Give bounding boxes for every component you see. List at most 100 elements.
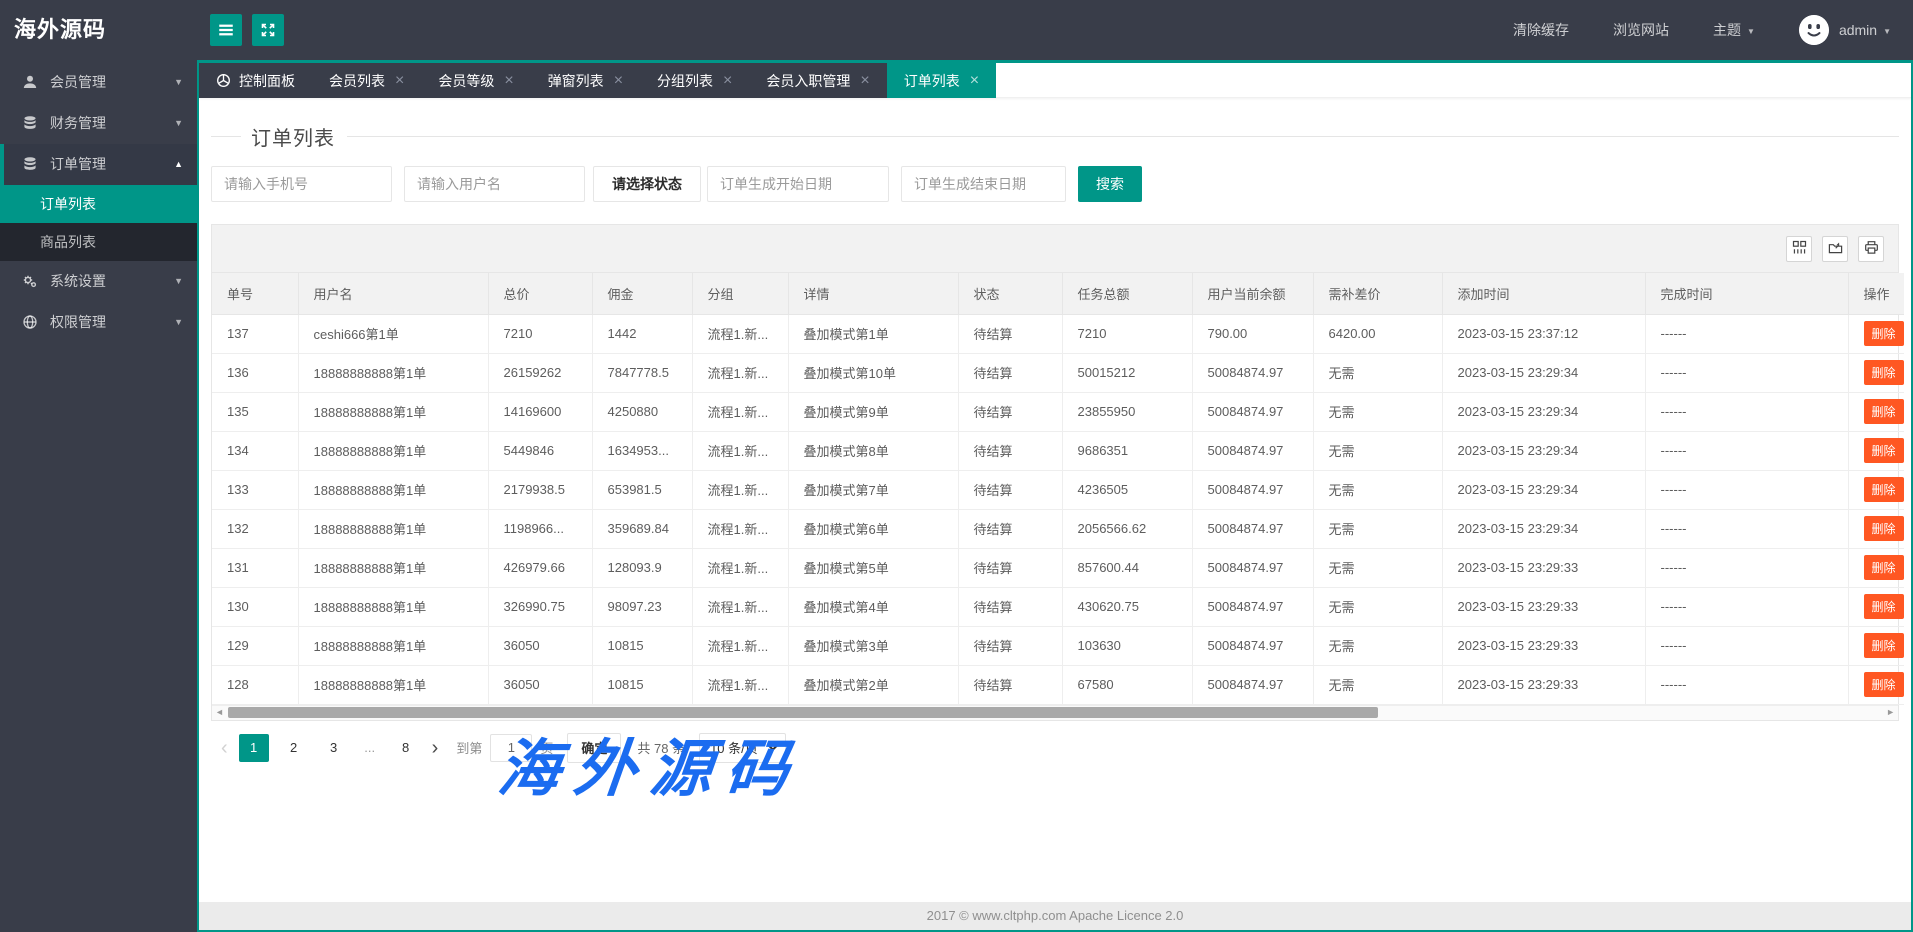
cell-detail: 叠加模式第3单 xyxy=(788,626,958,665)
pagination: ‹ 123...8 › 到第 页 确定 共 78 条 10 条/页 xyxy=(211,733,1899,763)
sidebar-item-system-settings[interactable]: 系统设置▼ xyxy=(0,261,197,302)
user-menu[interactable]: admin xyxy=(1799,15,1891,45)
cell-total-price: 326990.75 xyxy=(488,587,592,626)
close-icon[interactable] xyxy=(723,73,732,89)
chevron-up-icon: ▲ xyxy=(174,144,183,185)
horizontal-scrollbar[interactable] xyxy=(212,705,1898,720)
sidebar-item-order-management[interactable]: 订单管理▲ xyxy=(0,144,197,185)
print-button[interactable] xyxy=(1858,236,1884,262)
delete-button[interactable]: 删除 xyxy=(1864,672,1904,697)
tab-popup-list[interactable]: 弹窗列表 xyxy=(531,63,640,98)
close-icon[interactable] xyxy=(504,73,513,89)
status-select[interactable]: 请选择状态 xyxy=(593,166,701,202)
app-root: 海外源码 清除缓存 浏览网站 主题 admin xyxy=(0,0,1913,932)
export-button[interactable] xyxy=(1822,236,1848,262)
sidebar-toggle-button[interactable] xyxy=(210,14,242,46)
start-date-input[interactable] xyxy=(707,166,889,202)
page-unit-label: 页 xyxy=(540,738,553,757)
delete-button[interactable]: 删除 xyxy=(1864,555,1904,580)
sidebar-subitem-product-list[interactable]: 商品列表 xyxy=(0,223,197,261)
sidebar-item-finance-management[interactable]: 财务管理▼ xyxy=(0,103,197,144)
sidebar-subitem-order-list[interactable]: 订单列表 xyxy=(0,185,197,223)
tab-order-list[interactable]: 订单列表 xyxy=(887,63,996,98)
cell-status: 待结算 xyxy=(958,353,1062,392)
delete-button[interactable]: 删除 xyxy=(1864,360,1904,385)
cell-finished-at: ------ xyxy=(1645,665,1848,704)
cell-id: 135 xyxy=(212,392,298,431)
export-icon xyxy=(1828,240,1843,258)
orders-table: 单号用户名总价佣金分组详情状态任务总额用户当前余额需补差价添加时间完成时间操作 … xyxy=(212,273,1904,705)
tab-bar: 控制面板会员列表会员等级弹窗列表分组列表 会员入职管理订单列表 xyxy=(199,63,1911,98)
delete-button[interactable]: 删除 xyxy=(1864,438,1904,463)
cell-commission: 10815 xyxy=(592,665,692,704)
end-date-input[interactable] xyxy=(901,166,1066,202)
search-button[interactable]: 搜索 xyxy=(1078,166,1142,202)
scrollbar-thumb[interactable] xyxy=(228,707,1378,718)
tab-label: 分组列表 xyxy=(657,71,713,91)
close-icon[interactable] xyxy=(860,73,869,89)
cell-price-diff: 无需 xyxy=(1313,431,1442,470)
table-row: 137ceshi666第1单72101442流程1.新...叠加模式第1单待结算… xyxy=(212,314,1904,353)
close-icon[interactable] xyxy=(970,73,979,89)
close-icon[interactable] xyxy=(614,73,623,89)
clear-cache-link[interactable]: 清除缓存 xyxy=(1513,20,1569,40)
tab-member-list[interactable]: 会员列表 xyxy=(312,63,421,98)
pagination-page-1[interactable]: 1 xyxy=(239,734,269,762)
tab-member-entry[interactable]: 会员入职管理 xyxy=(749,63,886,98)
browse-site-link[interactable]: 浏览网站 xyxy=(1613,20,1669,40)
sidebar-item-member-management[interactable]: 会员管理▼ xyxy=(0,62,197,103)
filter-columns-button[interactable] xyxy=(1786,236,1812,262)
pagination-page-2[interactable]: 2 xyxy=(279,734,309,762)
total-count: 共 78 条 xyxy=(637,738,685,757)
header-cell: 详情 xyxy=(788,273,958,314)
pagination-page-8[interactable]: 8 xyxy=(391,734,421,762)
scroll-right-arrow-icon[interactable] xyxy=(1886,708,1895,717)
tab-member-level[interactable]: 会员等级 xyxy=(421,63,530,98)
title-line-right xyxy=(347,136,1899,137)
username-input[interactable] xyxy=(404,166,585,202)
jump-page-input[interactable] xyxy=(490,734,532,762)
tab-console[interactable]: 控制面板 xyxy=(199,63,312,98)
pagination-prev[interactable]: ‹ xyxy=(221,735,228,761)
cell-created-at: 2023-03-15 23:29:33 xyxy=(1442,548,1645,587)
cell-price-diff: 无需 xyxy=(1313,626,1442,665)
cell-commission: 128093.9 xyxy=(592,548,692,587)
cell-finished-at: ------ xyxy=(1645,548,1848,587)
cell-commission: 10815 xyxy=(592,626,692,665)
cell-total-price: 26159262 xyxy=(488,353,592,392)
cell-actions: 删除 xyxy=(1848,665,1904,704)
confirm-button[interactable]: 确定 xyxy=(567,733,621,763)
pagination-next[interactable]: › xyxy=(432,735,439,761)
cell-total-price: 36050 xyxy=(488,626,592,665)
delete-button[interactable]: 删除 xyxy=(1864,633,1904,658)
cell-price-diff: 无需 xyxy=(1313,587,1442,626)
delete-button[interactable]: 删除 xyxy=(1864,594,1904,619)
close-icon[interactable] xyxy=(395,73,404,89)
table-row: 13418888888888第1单54498461634953...流程1.新.… xyxy=(212,431,1904,470)
sidebar-item-permission-management[interactable]: 权限管理▼ xyxy=(0,302,197,343)
delete-button[interactable]: 删除 xyxy=(1864,321,1904,346)
cell-group: 流程1.新... xyxy=(692,587,788,626)
page-size-select[interactable]: 10 条/页 xyxy=(699,733,786,763)
print-icon xyxy=(1864,240,1879,258)
cell-balance: 50084874.97 xyxy=(1192,665,1313,704)
delete-button[interactable]: 删除 xyxy=(1864,516,1904,541)
cell-created-at: 2023-03-15 23:29:34 xyxy=(1442,431,1645,470)
tab-group-list[interactable]: 分组列表 xyxy=(640,63,749,98)
database-icon xyxy=(22,147,39,188)
fullscreen-button[interactable] xyxy=(252,14,284,46)
theme-dropdown[interactable]: 主题 xyxy=(1713,20,1755,40)
cell-username: 18888888888第1单 xyxy=(298,470,488,509)
pagination-ellipsis: ... xyxy=(355,734,385,762)
phone-input[interactable] xyxy=(211,166,392,202)
cell-actions: 删除 xyxy=(1848,470,1904,509)
gear-icon xyxy=(22,264,39,305)
cell-actions: 删除 xyxy=(1848,509,1904,548)
scroll-left-arrow-icon[interactable] xyxy=(215,708,224,717)
cell-balance: 50084874.97 xyxy=(1192,587,1313,626)
delete-button[interactable]: 删除 xyxy=(1864,399,1904,424)
database-icon xyxy=(22,106,39,147)
delete-button[interactable]: 删除 xyxy=(1864,477,1904,502)
header-cell: 需补差价 xyxy=(1313,273,1442,314)
pagination-page-3[interactable]: 3 xyxy=(319,734,349,762)
